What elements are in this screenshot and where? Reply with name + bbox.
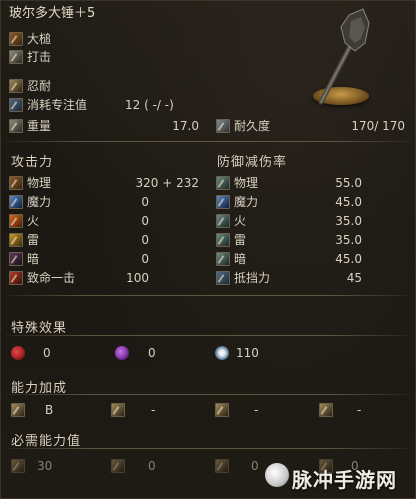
- dark-icon: [9, 252, 23, 266]
- faith-scaling: -: [357, 403, 362, 417]
- skill-icon: [9, 79, 23, 93]
- weapon-category-icon: [9, 32, 23, 46]
- weight-icon: [9, 119, 23, 133]
- fire-guard-icon: [216, 214, 230, 228]
- attack-power-header: 攻击力: [11, 155, 54, 170]
- fp-cost-icon: [9, 98, 23, 112]
- magic-guard-icon: [216, 195, 230, 209]
- dexterity-req-icon: [111, 459, 125, 473]
- guard-dark-label: 暗: [234, 252, 247, 266]
- guard-fire-label: 火: [234, 214, 247, 228]
- attack-physical-value: 320 + 232: [135, 176, 200, 190]
- lightning-icon: [9, 233, 23, 247]
- intelligence-requirement: 0: [251, 459, 259, 473]
- intelligence-req-icon: [215, 459, 229, 473]
- intelligence-scaling: -: [254, 403, 259, 417]
- attack-physical-label: 物理: [27, 176, 52, 190]
- watermark-logo-icon: [265, 463, 289, 487]
- attack-fire-label: 火: [27, 214, 40, 228]
- strength-req-icon: [11, 459, 25, 473]
- strength-icon: [11, 403, 25, 417]
- attack-fire-value: 0: [141, 214, 149, 228]
- guard-stability-label: 抵挡力: [234, 271, 271, 285]
- attack-lightning-label: 雷: [27, 233, 40, 247]
- physical-icon: [9, 176, 23, 190]
- durability-value: 170/ 170: [351, 119, 405, 133]
- critical-icon: [9, 271, 23, 285]
- durability-label: 耐久度: [234, 119, 271, 133]
- frost-icon: [215, 346, 229, 360]
- poison-value: 0: [148, 346, 156, 360]
- guard-physical-label: 物理: [234, 176, 259, 190]
- special-effects-header: 特殊效果: [11, 321, 68, 336]
- watermark-text: 脉冲手游网: [292, 468, 397, 492]
- guard-fire-value: 35.0: [335, 214, 362, 228]
- bleed-value: 0: [43, 346, 51, 360]
- attack-magic-label: 魔力: [27, 195, 52, 209]
- attack-dark-value: 0: [141, 252, 149, 266]
- weight-value: 17.0: [172, 119, 199, 133]
- divider: [5, 295, 411, 296]
- guard-magic-label: 魔力: [234, 195, 259, 209]
- dexterity-scaling: -: [151, 403, 156, 417]
- attack-magic-value: 0: [141, 195, 149, 209]
- guard-lightning-label: 雷: [234, 233, 247, 247]
- guard-physical-value: 55.0: [335, 176, 362, 190]
- weapon-skill: 忍耐: [27, 79, 52, 93]
- attack-critical-label: 致命一击: [27, 271, 76, 285]
- dexterity-icon: [111, 403, 125, 417]
- divider: [5, 394, 411, 395]
- strength-requirement: 30: [37, 459, 53, 473]
- physical-guard-icon: [216, 176, 230, 190]
- lightning-guard-icon: [216, 233, 230, 247]
- poison-icon: [115, 346, 129, 360]
- dexterity-requirement: 0: [148, 459, 156, 473]
- weapon-name: 玻尔多大锤＋5: [9, 6, 96, 21]
- stability-icon: [216, 271, 230, 285]
- durability-icon: [216, 119, 230, 133]
- fire-icon: [9, 214, 23, 228]
- attack-type: 打击: [27, 50, 52, 64]
- faith-icon: [319, 403, 333, 417]
- great-mace-image: [318, 8, 370, 105]
- guard-absorption-header: 防御减伤率: [217, 155, 288, 170]
- guard-lightning-value: 35.0: [335, 233, 362, 247]
- dark-guard-icon: [216, 252, 230, 266]
- divider: [5, 141, 411, 142]
- bleed-icon: [11, 346, 25, 360]
- attack-lightning-value: 0: [141, 233, 149, 247]
- fp-cost-label: 消耗专注值: [27, 98, 88, 112]
- attributes-required-header: 必需能力值: [11, 434, 82, 449]
- attack-dark-label: 暗: [27, 252, 40, 266]
- attack-critical-value: 100: [126, 271, 149, 285]
- guard-magic-value: 45.0: [335, 195, 362, 209]
- fp-cost-value: 12 ( -/ -): [125, 98, 174, 112]
- guard-stability-value: 45: [346, 271, 362, 285]
- strength-scaling: B: [45, 403, 54, 417]
- weapon-type: 大槌: [27, 32, 52, 46]
- attack-type-icon: [9, 50, 23, 64]
- weapon-status-panel: 玻尔多大锤＋5 大槌 打击 忍耐 消耗专注值 12 ( -/ -) 重量 17.…: [0, 0, 416, 499]
- guard-dark-value: 45.0: [335, 252, 362, 266]
- magic-icon: [9, 195, 23, 209]
- intelligence-icon: [215, 403, 229, 417]
- weight-label: 重量: [27, 119, 52, 133]
- divider: [5, 448, 411, 449]
- divider: [5, 335, 411, 336]
- frost-value: 110: [236, 346, 259, 360]
